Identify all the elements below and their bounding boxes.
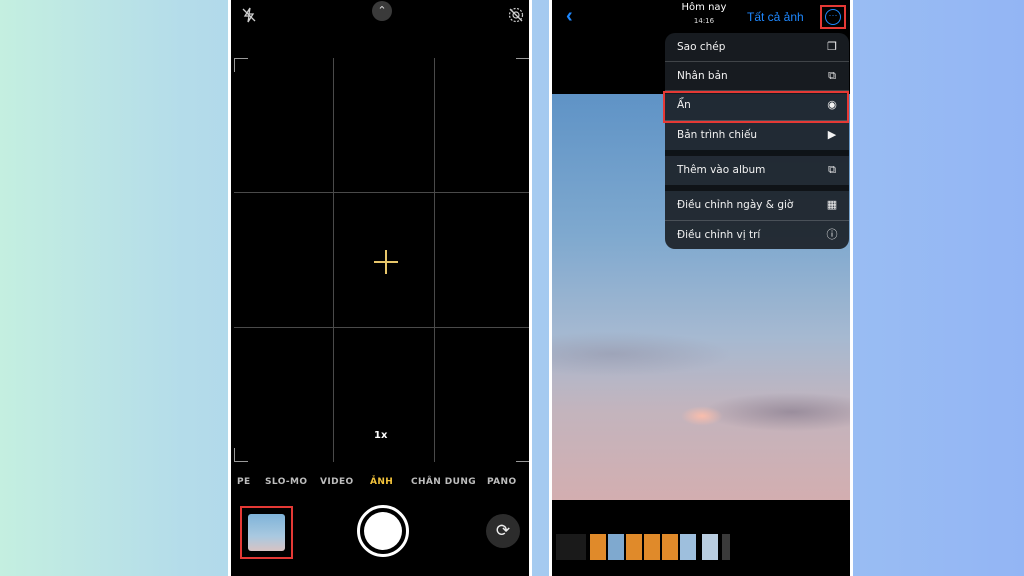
- filmstrip-frame[interactable]: [662, 534, 678, 560]
- menu-item-duplicate[interactable]: Nhân bản ⧉: [665, 62, 849, 90]
- grid-line: [234, 192, 529, 193]
- menu-item-label: Điều chỉnh vị trí: [677, 229, 761, 241]
- grid-line: [333, 58, 334, 462]
- menu-item-copy[interactable]: Sao chép ❐: [665, 33, 849, 61]
- filmstrip-frame[interactable]: [644, 534, 660, 560]
- zoom-button[interactable]: 1x: [374, 430, 387, 441]
- menu-item-add-to-album[interactable]: Thêm vào album ⧉: [665, 156, 849, 184]
- context-menu: Sao chép ❐ Nhân bản ⧉ Ẩn ◉ Bản trình chi…: [665, 33, 849, 249]
- filmstrip-frame[interactable]: [680, 534, 696, 560]
- filmstrip-frame[interactable]: [702, 534, 718, 560]
- more-button-highlight: ···: [820, 5, 846, 29]
- flash-off-icon[interactable]: [240, 6, 258, 24]
- menu-item-label: Điều chỉnh ngày & giờ: [677, 199, 794, 211]
- camera-screen: ⌃ 1x PE SLO-MO VIDEO ẢNH CHÂN DUNG PANO …: [228, 0, 532, 576]
- mode-portrait[interactable]: CHÂN DUNG: [411, 477, 476, 487]
- live-photo-off-icon[interactable]: [507, 6, 525, 24]
- camera-mode-picker[interactable]: PE SLO-MO VIDEO ẢNH CHÂN DUNG PANO: [231, 477, 529, 491]
- filmstrip-frame[interactable]: [590, 534, 606, 560]
- mode-slo-mo[interactable]: SLO-MO: [265, 477, 307, 487]
- shutter-button[interactable]: [357, 505, 409, 557]
- header-time: 14:16: [693, 17, 715, 25]
- menu-item-label: Thêm vào album: [677, 164, 766, 176]
- grid-line: [234, 327, 529, 328]
- filmstrip-frame[interactable]: [556, 534, 586, 560]
- menu-item-label: Nhân bản: [677, 70, 728, 82]
- copy-icon: ❐: [827, 40, 837, 53]
- shutter-inner: [364, 512, 402, 550]
- chevron-up-icon[interactable]: ⌃: [372, 1, 392, 21]
- info-icon: ⓘ: [826, 228, 838, 241]
- thumbnail-highlight: [240, 506, 293, 559]
- viewfinder-corner: [516, 448, 529, 462]
- mode-pano[interactable]: PANO: [487, 477, 517, 487]
- last-photo-thumbnail[interactable]: [248, 514, 285, 551]
- viewfinder-corner: [516, 58, 529, 72]
- menu-item-label: Bản trình chiếu: [677, 129, 758, 141]
- menu-item-slideshow[interactable]: Bản trình chiếu ▶: [665, 121, 849, 149]
- mode-video[interactable]: VIDEO: [320, 477, 354, 487]
- menu-item-label: Sao chép: [677, 41, 726, 53]
- filmstrip-frame[interactable]: [722, 534, 730, 560]
- menu-item-adjust-location[interactable]: Điều chỉnh vị trí ⓘ: [665, 221, 849, 249]
- photos-screen: ‹ Hôm nay 14:16 Tất cả ảnh ··· Sao chép …: [549, 0, 853, 576]
- duplicate-icon: ⧉: [828, 69, 836, 82]
- hide-item-highlight: [663, 91, 849, 123]
- header-title: Hôm nay: [681, 2, 727, 13]
- mode-pe[interactable]: PE: [237, 477, 251, 487]
- filmstrip[interactable]: [552, 532, 850, 562]
- flip-camera-icon[interactable]: ⟳: [486, 514, 520, 548]
- play-icon: ▶: [827, 128, 837, 141]
- add-album-icon: ⧉: [828, 163, 836, 176]
- menu-item-adjust-date[interactable]: Điều chỉnh ngày & giờ ▦: [665, 191, 849, 219]
- focus-crosshair: [374, 250, 398, 274]
- back-chevron-icon[interactable]: ‹: [566, 5, 573, 28]
- grid-line: [434, 58, 435, 462]
- viewfinder-corner: [234, 448, 248, 462]
- filmstrip-frame[interactable]: [626, 534, 642, 560]
- filmstrip-frame[interactable]: [608, 534, 624, 560]
- all-photos-link[interactable]: Tất cả ảnh: [747, 10, 804, 24]
- mode-photo[interactable]: ẢNH: [370, 477, 393, 487]
- viewfinder-corner: [234, 58, 248, 72]
- calendar-icon: ▦: [826, 198, 838, 211]
- viewfinder[interactable]: [234, 58, 529, 462]
- more-icon[interactable]: ···: [825, 9, 841, 25]
